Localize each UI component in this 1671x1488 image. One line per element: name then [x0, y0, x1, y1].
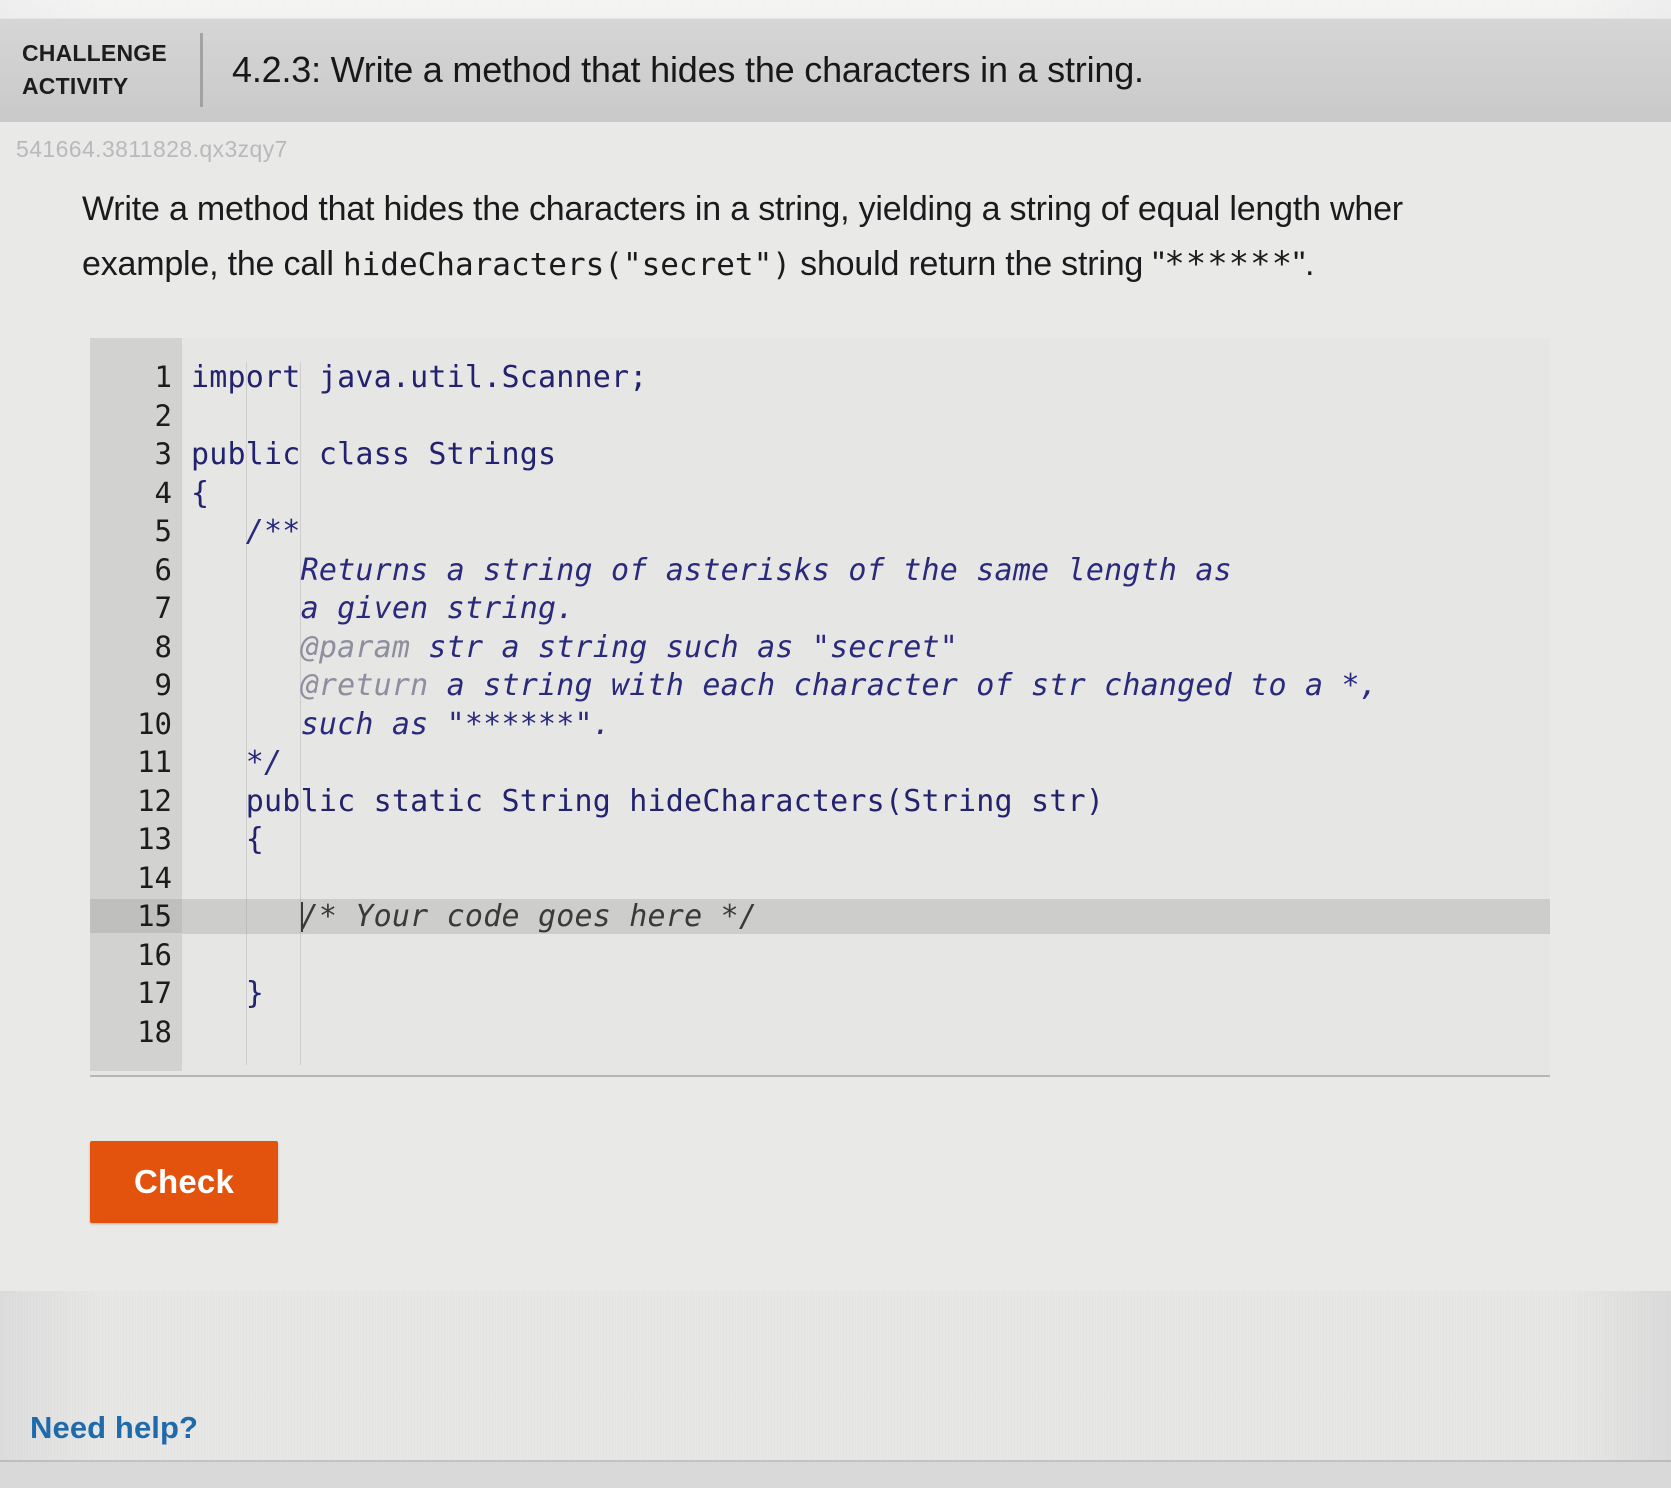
line-number: 4: [154, 475, 172, 510]
line-number: 3: [154, 437, 172, 472]
problem-line2-end: ".: [1293, 245, 1315, 284]
problem-statement-line2: example, the call hideCharacters("secret…: [82, 237, 1671, 292]
help-area: Need help?: [30, 1410, 198, 1446]
line-number: 12: [137, 783, 172, 818]
code-text[interactable]: {: [182, 476, 1550, 511]
code-line[interactable]: 13 {: [90, 822, 1550, 861]
line-number: 10: [137, 706, 172, 741]
code-text[interactable]: import java.util.Scanner;: [182, 360, 1550, 395]
code-line[interactable]: 9 @return a string with each character o…: [90, 668, 1550, 707]
code-line[interactable]: 7 a given string.: [90, 591, 1550, 630]
code-line[interactable]: 5 /**: [90, 514, 1550, 553]
code-line[interactable]: 16: [90, 938, 1550, 977]
header-divider: [200, 33, 203, 107]
line-number: 1: [154, 360, 172, 395]
line-number: 8: [154, 629, 172, 664]
line-number: 6: [154, 552, 172, 587]
code-line[interactable]: 18: [90, 1015, 1550, 1054]
problem-statement: Write a method that hides the characters…: [82, 182, 1671, 292]
line-number: 16: [137, 937, 172, 972]
line-number: 2: [154, 398, 172, 433]
code-text[interactable]: public class Strings: [182, 437, 1550, 472]
line-number: 5: [154, 514, 172, 549]
challenge-label-line1: CHALLENGE: [22, 40, 167, 67]
code-line[interactable]: 8 @param str a string such as "secret": [90, 630, 1550, 669]
javadoc-tag: @param: [300, 629, 411, 665]
screen-background: CHALLENGE ACTIVITY 4.2.3: Write a method…: [0, 0, 1671, 1488]
challenge-activity-header: CHALLENGE ACTIVITY 4.2.3: Write a method…: [0, 18, 1671, 122]
problem-asterisks: ******: [1164, 244, 1294, 285]
code-text[interactable]: public static String hideCharacters(Stri…: [182, 784, 1550, 819]
code-text[interactable]: }: [182, 976, 1550, 1011]
activity-actions: Check: [90, 1141, 1671, 1291]
code-text[interactable]: */: [182, 745, 1550, 780]
code-text[interactable]: @return a string with each character of …: [182, 668, 1550, 703]
code-line[interactable]: 17 }: [90, 976, 1550, 1015]
code-line[interactable]: 1 import java.util.Scanner;: [90, 360, 1550, 399]
problem-line2-intro: example, the call: [82, 245, 343, 284]
code-text[interactable]: such as "******".: [182, 707, 1550, 742]
line-number: 9: [154, 668, 172, 703]
placeholder-comment[interactable]: /* Your code goes here */: [301, 899, 758, 934]
code-line[interactable]: 12 public static String hideCharacters(S…: [90, 784, 1550, 823]
activity-content: 541664.3811828.qx3zqy7 Write a method th…: [0, 122, 1671, 1292]
line-number: 17: [137, 976, 172, 1011]
code-line[interactable]: 14: [90, 861, 1550, 900]
line-number: 13: [137, 822, 172, 857]
check-button[interactable]: Check: [90, 1141, 278, 1224]
line-number: 7: [154, 591, 172, 626]
need-help-link[interactable]: Need help?: [30, 1410, 198, 1445]
code-line[interactable]: 11 */: [90, 745, 1550, 784]
code-line[interactable]: 2: [90, 399, 1550, 438]
code-text[interactable]: {: [182, 822, 1550, 857]
line-number: 18: [137, 1014, 172, 1049]
activity-id: 541664.3811828.qx3zqy7: [16, 136, 288, 162]
page-title: 4.2.3: Write a method that hides the cha…: [232, 49, 1144, 90]
code-line[interactable]: 6 Returns a string of asterisks of the s…: [90, 553, 1550, 592]
code-text[interactable]: Returns a string of asterisks of the sam…: [182, 553, 1550, 588]
problem-inline-code: hideCharacters("secret"): [342, 247, 791, 284]
challenge-label-line2: ACTIVITY: [22, 73, 129, 99]
code-text[interactable]: /* Your code goes here */: [182, 899, 1550, 935]
line-number: 11: [137, 745, 172, 780]
javadoc-tag: @return: [300, 668, 429, 704]
code-lines[interactable]: 1 import java.util.Scanner; 2 3 public class…: [90, 338, 1550, 1071]
javadoc-text: a string with each character of str chan…: [428, 668, 1379, 704]
problem-line2-mid: should return the string ": [790, 245, 1165, 284]
code-line[interactable]: 3 public class Strings: [90, 437, 1550, 476]
javadoc-text: str a string such as "secret": [410, 629, 959, 665]
code-text[interactable]: @param str a string such as "secret": [182, 630, 1550, 665]
challenge-activity-label: CHALLENGE ACTIVITY: [0, 37, 200, 102]
code-line[interactable]: 10 such as "******".: [90, 707, 1550, 746]
line-number: 14: [137, 860, 172, 895]
problem-statement-line1: Write a method that hides the characters…: [82, 190, 1403, 228]
code-line[interactable]: 15 /* Your code goes here */: [90, 899, 1550, 938]
code-editor[interactable]: 1 import java.util.Scanner; 2 3 public class…: [90, 338, 1550, 1078]
code-text[interactable]: a given string.: [182, 591, 1550, 626]
line-number: 15: [90, 899, 182, 934]
code-line[interactable]: 4{: [90, 476, 1550, 515]
bottom-strip: [0, 1462, 1671, 1488]
code-text[interactable]: /**: [182, 514, 1550, 549]
